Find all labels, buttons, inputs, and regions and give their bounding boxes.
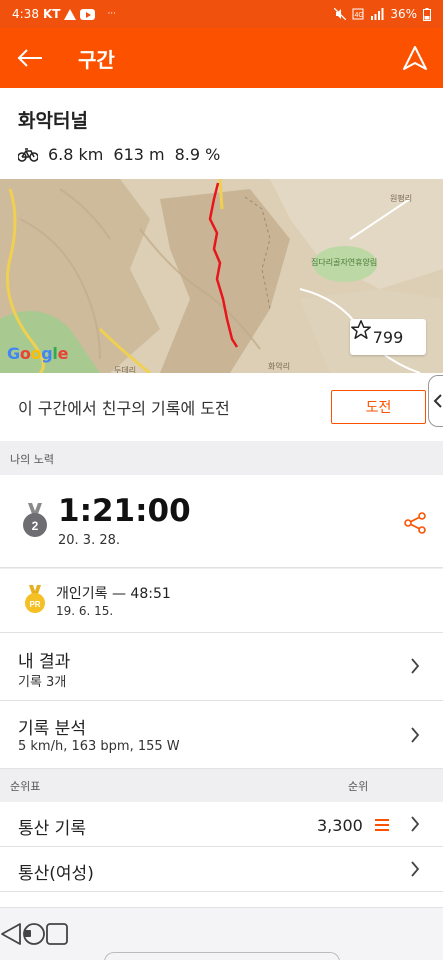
signal-icon bbox=[371, 8, 384, 20]
effort-analysis-row[interactable]: 기록 분석 5 km/h, 163 bpm, 155 W bbox=[0, 701, 443, 769]
svg-text:4G: 4G bbox=[355, 12, 364, 19]
bike-icon bbox=[18, 147, 38, 162]
pr-date: 19. 6. 15. bbox=[56, 604, 114, 618]
star-icon bbox=[351, 320, 371, 339]
back-button[interactable] bbox=[0, 28, 60, 88]
segment-header: 화악터널 6.8 km 613 m 8.9 % bbox=[0, 88, 443, 179]
best-effort-card[interactable]: 2 1:21:00 20. 3. 28. bbox=[0, 475, 443, 568]
status-more: ··· bbox=[107, 9, 117, 19]
leaderboard-overall-row[interactable]: 통산 기록 3,300 bbox=[0, 802, 443, 847]
pr-time: 개인기록 — 48:51 bbox=[56, 586, 171, 602]
map-label-2: 집다리골자연휴양림 bbox=[311, 258, 378, 267]
segment-elevation: 613 m bbox=[113, 145, 165, 164]
leaderboard-women-label: 통산(여성) bbox=[18, 864, 94, 884]
chevron-right-icon bbox=[411, 816, 420, 832]
my-results-row[interactable]: 내 결과 기록 3개 bbox=[0, 633, 443, 701]
share-icon[interactable] bbox=[403, 511, 427, 535]
effort-date: 20. 3. 28. bbox=[58, 533, 121, 548]
segment-name: 화악터널 bbox=[18, 110, 88, 132]
page-title: 구간 bbox=[78, 47, 115, 72]
my-efforts-label: 나의 노력 bbox=[0, 443, 443, 475]
rank-header: 순위 bbox=[348, 780, 369, 793]
status-bar: 4:38 KT ··· 4G 36% bbox=[0, 0, 443, 28]
system-nav-bar bbox=[0, 908, 443, 960]
side-panel-tab[interactable] bbox=[428, 375, 443, 427]
lte-icon: 4G bbox=[352, 8, 364, 20]
chevron-right-icon bbox=[411, 727, 420, 743]
personal-record-row[interactable]: PR 개인기록 — 48:51 19. 6. 15. bbox=[0, 569, 443, 633]
status-time: 4:38 bbox=[12, 7, 39, 21]
leaderboard-partial-row bbox=[0, 892, 443, 908]
my-results-title: 내 결과 bbox=[18, 652, 71, 672]
google-logo: Google bbox=[7, 344, 69, 363]
navigate-button[interactable] bbox=[387, 28, 443, 88]
segment-stats: 6.8 km 613 m 8.9 % bbox=[18, 145, 425, 164]
mute-icon bbox=[334, 8, 347, 20]
challenge-text: 이 구간에서 친구의 기록에 도전 bbox=[18, 399, 230, 418]
status-carrier: KT bbox=[42, 7, 61, 21]
chevron-right-icon bbox=[411, 861, 420, 877]
leaderboard-overall-rank: 3,300 bbox=[317, 816, 363, 835]
leaderboard-women-row[interactable]: 통산(여성) bbox=[0, 847, 443, 892]
map-label-1: 원평리 bbox=[390, 194, 413, 203]
app-bar: 구간 bbox=[0, 28, 443, 88]
silver-medal-icon: 2 bbox=[23, 503, 47, 537]
battery-icon bbox=[423, 7, 431, 21]
ranking-bars-icon bbox=[375, 819, 389, 831]
segment-map[interactable]: 원평리 집다리골자연휴양림 두데리 화악리 Google 799 bbox=[0, 179, 443, 373]
segment-grade: 8.9 % bbox=[174, 145, 221, 164]
map-label-3: 두데리 bbox=[114, 366, 137, 373]
chevron-left-icon bbox=[433, 394, 442, 408]
gesture-handle[interactable] bbox=[104, 952, 340, 960]
analysis-title: 기록 분석 bbox=[18, 719, 86, 739]
recents-square-icon[interactable] bbox=[46, 923, 68, 945]
leaderboard-label: 순위표 순위 bbox=[0, 770, 443, 802]
analysis-subtitle: 5 km/h, 163 bpm, 155 W bbox=[18, 739, 180, 754]
segment-distance: 6.8 km bbox=[48, 145, 104, 164]
pr-badge-icon: PR bbox=[25, 585, 45, 613]
pr-badge-text: PR bbox=[29, 600, 40, 609]
chevron-right-icon bbox=[411, 658, 420, 674]
leaderboard-overall-label: 통산 기록 bbox=[18, 819, 86, 839]
my-results-subtitle: 기록 3개 bbox=[18, 675, 67, 690]
medal-rank: 2 bbox=[32, 519, 39, 533]
challenge-button[interactable]: 도전 bbox=[331, 390, 426, 424]
map-label-4: 화악리 bbox=[268, 362, 291, 371]
star-count: 799 bbox=[372, 327, 404, 347]
navigation-arrow-icon bbox=[403, 46, 427, 70]
leaderboard-title: 순위표 bbox=[10, 780, 41, 793]
star-button[interactable]: 799 bbox=[350, 319, 426, 355]
warning-icon bbox=[64, 8, 77, 20]
arrow-left-icon bbox=[17, 49, 42, 67]
battery-percent: 36% bbox=[390, 7, 417, 21]
dot-icon bbox=[24, 930, 31, 937]
youtube-icon bbox=[80, 8, 96, 20]
back-triangle-icon[interactable] bbox=[0, 922, 22, 946]
challenge-row: 이 구간에서 친구의 기록에 도전 도전 bbox=[0, 373, 443, 441]
effort-time: 1:21:00 bbox=[58, 493, 191, 529]
